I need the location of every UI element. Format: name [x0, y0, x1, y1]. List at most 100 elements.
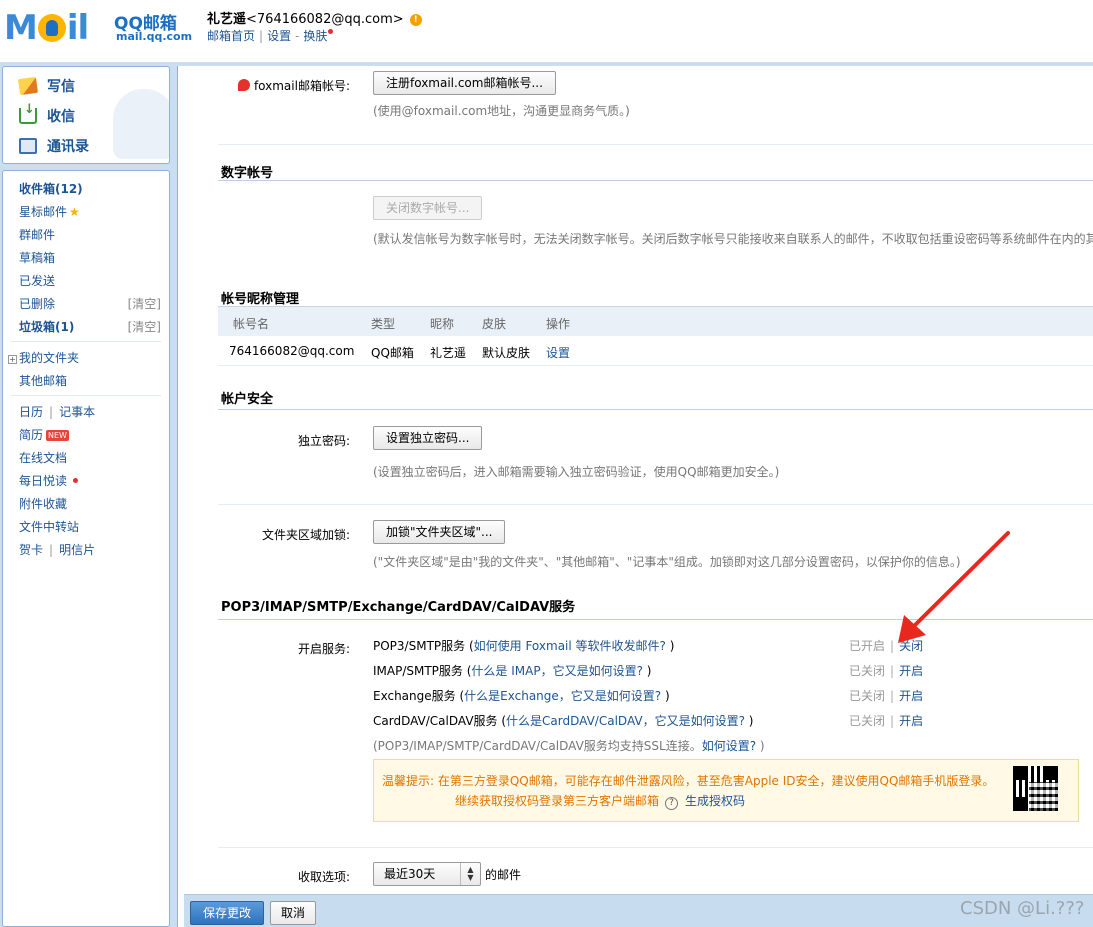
- tip-line-2: 继续获取授权码登录第三方客户端邮箱? 生成授权码: [455, 792, 745, 810]
- enable-exchange-link[interactable]: 开启: [899, 689, 923, 703]
- contacts-label: 通讯录: [47, 139, 89, 155]
- receive-period-select[interactable]: 最近30天 ▲ ▼: [373, 862, 481, 886]
- section-title-digital: 数字帐号: [221, 166, 274, 181]
- section-title-security: 帐户安全: [221, 392, 274, 407]
- expand-icon[interactable]: +: [8, 355, 17, 364]
- cancel-button[interactable]: 取消: [270, 901, 317, 925]
- service-state-carddav: 已关闭 | 开启: [849, 712, 923, 729]
- receive-label: 收信: [47, 109, 75, 125]
- set-password-button[interactable]: 设置独立密码...: [373, 426, 483, 450]
- enable-services-label: 开启服务:: [297, 642, 350, 656]
- generate-auth-code-link[interactable]: 生成授权码: [685, 794, 745, 808]
- service-help-link[interactable]: 什么是Exchange，它又是如何设置?: [464, 689, 661, 703]
- nav-file-transfer[interactable]: 文件中转站: [19, 518, 79, 535]
- column-header: 昵称: [430, 317, 455, 331]
- qq-mail-logo[interactable]: Mil QQ邮箱 mail.qq.com: [4, 8, 194, 48]
- column-header: 帐号名: [233, 317, 270, 331]
- close-digital-account-button[interactable]: 关闭数字帐号...: [373, 196, 483, 220]
- enable-imap-link[interactable]: 开启: [899, 664, 923, 678]
- ssl-hint-text: (POP3/IMAP/SMTP/CardDAV/CalDAV服务均支持SSL连接…: [373, 739, 702, 753]
- question-icon[interactable]: ?: [665, 797, 679, 810]
- service-help-link[interactable]: 如何使用 Foxmail 等软件收发邮件?: [474, 639, 666, 653]
- quick-actions-panel: 写信 收信 通讯录: [2, 66, 170, 164]
- section-title-nickname: 帐号昵称管理: [221, 292, 300, 307]
- service-state-imap: 已关闭 | 开启: [849, 662, 923, 679]
- receive-button[interactable]: 收信: [19, 102, 75, 127]
- inbox-download-icon: [19, 102, 37, 124]
- nav-daily-read[interactable]: 每日悦读: [19, 472, 79, 489]
- register-foxmail-button[interactable]: 注册foxmail.com邮箱帐号...: [373, 71, 556, 95]
- service-row-exchange: Exchange服务 (什么是Exchange，它又是如何设置? ): [373, 687, 670, 704]
- divider: [218, 504, 1093, 505]
- service-name: POP3/SMTP服务 (: [373, 639, 474, 653]
- nav-postcards[interactable]: 明信片: [59, 543, 95, 557]
- nav-my-folders[interactable]: + 我的文件夹: [8, 349, 79, 366]
- lock-folders-button[interactable]: 加锁"文件夹区域"...: [373, 520, 506, 544]
- warning-icon[interactable]: !: [409, 14, 422, 26]
- nav-starred[interactable]: 星标邮件 ★: [19, 203, 80, 220]
- nav-deleted[interactable]: 已删除: [19, 295, 55, 312]
- nav-calendar[interactable]: 日历: [19, 405, 43, 419]
- compose-button[interactable]: 写信: [17, 75, 75, 97]
- service-name: CardDAV/CalDAV服务 (: [373, 714, 507, 728]
- separator: |: [49, 543, 54, 557]
- account-name-cell: 764166082@qq.com: [229, 344, 355, 358]
- section-rule: [218, 409, 1093, 410]
- change-skin-link[interactable]: 换肤: [303, 29, 327, 43]
- nav-starred-label: 星标邮件: [19, 205, 68, 219]
- nav-spam[interactable]: 垃圾箱(1): [19, 318, 74, 335]
- clear-spam-link[interactable]: [清空]: [128, 318, 161, 335]
- penguin-icon: [37, 13, 66, 42]
- service-name: Exchange服务 (: [373, 689, 465, 703]
- folder-lock-hint: ("文件夹区域"是由"我的文件夹"、"其他邮箱"、"记事本"组成。加锁即对这几部…: [373, 555, 961, 569]
- nav-attachments[interactable]: 附件收藏: [19, 495, 67, 512]
- ssl-help-link[interactable]: 如何设置?: [702, 739, 756, 753]
- independent-password-label: 独立密码:: [297, 434, 350, 448]
- mailbox-home-link[interactable]: 邮箱首页: [207, 29, 255, 43]
- account-settings-link[interactable]: 设置: [546, 344, 570, 361]
- service-paren: ): [661, 689, 670, 703]
- receive-suffix: 的邮件: [485, 868, 522, 882]
- nav-inbox[interactable]: 收件箱(12): [19, 180, 83, 197]
- ssl-hint: (POP3/IMAP/SMTP/CardDAV/CalDAV服务均支持SSL连接…: [373, 737, 765, 754]
- folder-lock-label: 文件夹区域加锁:: [261, 528, 350, 542]
- section-rule: [218, 619, 1093, 620]
- compose-label: 写信: [47, 79, 75, 95]
- nav-other-mail[interactable]: 其他邮箱: [19, 372, 67, 389]
- settings-link[interactable]: 设置: [267, 29, 291, 43]
- divider: [11, 395, 161, 396]
- service-paren: ): [744, 714, 754, 728]
- nav-group-mail[interactable]: 群邮件: [19, 226, 55, 243]
- service-row-imap: IMAP/SMTP服务 (什么是 IMAP，它又是如何设置? ): [373, 662, 651, 679]
- nickname-table: 帐号名 类型 昵称 皮肤 操作 764166082@qq.com QQ邮箱 礼艺…: [218, 306, 1093, 366]
- nav-daily-read-label: 每日悦读: [19, 474, 68, 488]
- tip-line-2-text: 继续获取授权码登录第三方客户端邮箱: [455, 794, 660, 808]
- service-status: 已关闭: [849, 689, 886, 703]
- enable-carddav-link[interactable]: 开启: [899, 714, 923, 728]
- section-title-services: POP3/IMAP/SMTP/Exchange/CardDAV/CalDAV服务: [221, 600, 576, 615]
- nav-resume[interactable]: 简历 NEW: [19, 426, 69, 443]
- clear-deleted-link[interactable]: [清空]: [128, 295, 161, 312]
- new-badge: NEW: [46, 430, 69, 441]
- nav-online-docs[interactable]: 在线文档: [19, 449, 67, 466]
- nav-drafts[interactable]: 草稿箱: [19, 249, 55, 266]
- my-folders-label: 我的文件夹: [19, 351, 80, 365]
- contacts-button[interactable]: 通讯录: [19, 135, 89, 157]
- contact-card-icon: [19, 138, 37, 154]
- nav-calendar-row: 日历 | 记事本: [19, 403, 95, 420]
- nav-greeting-cards[interactable]: 贺卡: [19, 543, 43, 557]
- foxmail-label-text: foxmail邮箱帐号:: [253, 79, 350, 93]
- disable-pop3-link[interactable]: 关闭: [899, 639, 923, 653]
- foxmail-hint: (使用@foxmail.com地址，沟通更显商务气质。): [373, 104, 630, 118]
- service-help-link[interactable]: 什么是CardDAV/CalDAV，它又是如何设置?: [506, 714, 745, 728]
- service-help-link[interactable]: 什么是 IMAP，它又是如何设置?: [471, 664, 643, 678]
- account-type-cell: QQ邮箱: [371, 346, 414, 360]
- nav-sent[interactable]: 已发送: [19, 272, 55, 289]
- service-status: 已关闭: [849, 714, 886, 728]
- qr-code-icon: [1013, 766, 1058, 811]
- separator: |: [49, 405, 54, 419]
- separator: |: [259, 29, 264, 43]
- save-button[interactable]: 保存更改: [190, 901, 265, 925]
- nav-notes[interactable]: 记事本: [59, 405, 95, 419]
- divider: [218, 847, 1093, 848]
